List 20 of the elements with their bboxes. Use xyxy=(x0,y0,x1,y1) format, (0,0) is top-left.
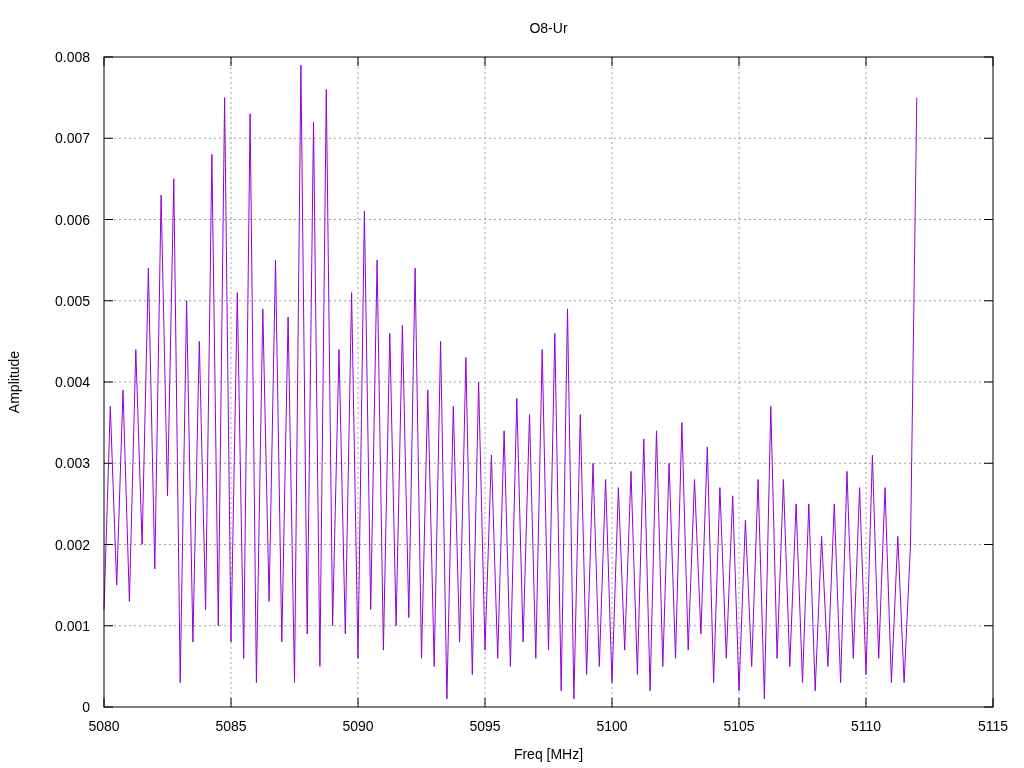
y-tick-label: 0.003 xyxy=(54,455,90,472)
x-tick-label: 5100 xyxy=(596,718,628,734)
x-tick-label: 5095 xyxy=(469,718,501,734)
y-tick-label: 0.005 xyxy=(54,292,90,309)
y-tick-label: 0.004 xyxy=(54,374,90,390)
y-axis-label: Amplitude xyxy=(6,350,22,414)
x-tick-label: 5080 xyxy=(88,718,120,734)
y-tick-label: 0 xyxy=(82,699,90,715)
x-tick-label: 5105 xyxy=(723,718,755,734)
chart-title: O8-Ur xyxy=(529,20,568,36)
x-tick-label: 5115 xyxy=(977,718,1009,734)
x-tick-label: 5085 xyxy=(215,718,247,734)
y-tick-label: 0.008 xyxy=(54,49,90,65)
y-tick-label: 0.007 xyxy=(54,130,90,147)
y-tick-label: 0.001 xyxy=(54,617,90,634)
y-tick-label: 0.002 xyxy=(54,536,90,553)
x-tick-label: 5090 xyxy=(342,718,374,734)
y-tick-label: 0.006 xyxy=(54,211,90,228)
x-tick-label: 5110 xyxy=(850,718,882,734)
x-axis-label: Freq [MHz] xyxy=(513,746,584,762)
